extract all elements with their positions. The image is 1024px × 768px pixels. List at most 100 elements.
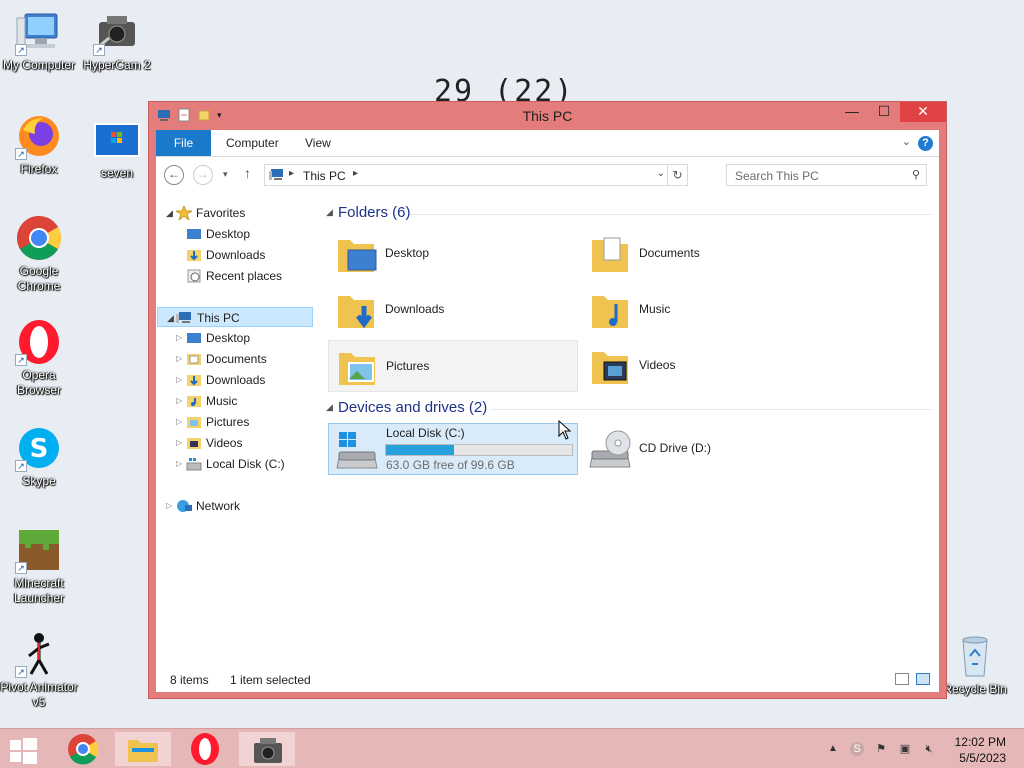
taskbar-opera[interactable]: [176, 731, 234, 767]
opera-icon: ↗: [15, 318, 63, 366]
taskbar-chrome[interactable]: [54, 731, 112, 767]
group-devices-drives[interactable]: ◢ Devices and drives (2): [326, 399, 931, 419]
expand-arrow-icon[interactable]: ▷: [176, 328, 186, 348]
status-item-count: 8 items: [170, 673, 209, 687]
nav-favorites[interactable]: ◢ Favorites: [166, 203, 316, 223]
nav-pc-pictures[interactable]: ▷ Pictures: [176, 412, 316, 432]
minimize-button[interactable]: —: [836, 102, 868, 122]
skype-icon: S ↗: [15, 424, 63, 472]
folder-label: Downloads: [385, 302, 445, 316]
search-input[interactable]: Search This PC: [735, 169, 819, 183]
group-header: Folders (6): [338, 204, 411, 221]
desktop-folder-icon: [334, 232, 378, 276]
expand-arrow-icon[interactable]: ▷: [176, 412, 186, 432]
close-button[interactable]: ✕: [900, 102, 946, 122]
back-button[interactable]: ←: [164, 165, 184, 185]
expand-ribbon-icon[interactable]: ⌄: [902, 135, 911, 148]
expand-arrow-icon[interactable]: ▷: [176, 391, 186, 411]
collapse-arrow-icon[interactable]: ◢: [326, 207, 333, 218]
breadcrumb-this-pc[interactable]: This PC: [303, 169, 346, 183]
title-bar[interactable]: ▾ This PC — ☐ ✕: [149, 102, 946, 130]
refresh-button[interactable]: ↻: [667, 165, 687, 185]
nav-fav-downloads[interactable]: Downloads: [176, 245, 316, 265]
address-dropdown-icon[interactable]: ⌄: [657, 168, 665, 179]
folder-documents[interactable]: Documents: [582, 228, 832, 280]
desktop-icon-minecraft[interactable]: ↗ Minecraft Launcher: [0, 526, 78, 606]
taskbar-hypercam[interactable]: [238, 731, 296, 767]
drive-local-disk-c[interactable]: Local Disk (C:) 63.0 GB free of 99.6 GB: [328, 423, 578, 475]
folder-desktop[interactable]: Desktop: [328, 228, 578, 280]
recent-places-icon: [186, 269, 202, 283]
desktop-icon-my-computer[interactable]: ↗ My Computer: [0, 8, 78, 73]
nav-pc-downloads[interactable]: ▷ Downloads: [176, 370, 316, 390]
network-icon: [176, 499, 192, 513]
system-clock[interactable]: 12:02 PM 5/5/2023: [936, 734, 1006, 766]
collapse-arrow-icon[interactable]: ◢: [166, 203, 176, 223]
nav-pc-desktop[interactable]: ▷ Desktop: [176, 328, 316, 348]
skype-tray-icon[interactable]: S: [850, 742, 864, 756]
cd-drive-icon: [588, 427, 632, 471]
help-icon[interactable]: ?: [918, 136, 933, 151]
nav-network[interactable]: ▷ Network: [166, 496, 316, 516]
nav-fav-recent[interactable]: Recent places: [176, 266, 316, 286]
desktop-icon-opera[interactable]: ↗ Opera Browser: [0, 318, 78, 398]
network-tray-icon[interactable]: ▣: [898, 742, 912, 756]
taskbar-file-explorer[interactable]: [114, 731, 172, 767]
image-file-icon: [93, 116, 141, 164]
start-button[interactable]: [0, 731, 58, 767]
collapse-arrow-icon[interactable]: ◢: [326, 402, 333, 413]
breadcrumb-chevron-icon[interactable]: ▸: [289, 168, 294, 179]
tab-computer[interactable]: Computer: [212, 130, 293, 156]
tab-view[interactable]: View: [291, 130, 345, 156]
desktop-icon-label: Minecraft Launcher: [13, 576, 65, 605]
breadcrumb-chevron-icon[interactable]: ▸: [353, 168, 358, 179]
nav-pc-music[interactable]: ▷ Music: [176, 391, 316, 411]
maximize-button[interactable]: ☐: [868, 102, 900, 122]
folder-label: Desktop: [385, 246, 430, 260]
expand-arrow-icon[interactable]: ▷: [176, 433, 186, 453]
desktop-icon-firefox[interactable]: ↗ Firefox: [0, 112, 78, 177]
search-box[interactable]: Search This PC ⚲: [726, 164, 927, 186]
nav-fav-desktop[interactable]: Desktop: [176, 224, 316, 244]
group-folders[interactable]: ◢ Folders (6): [326, 204, 931, 224]
expand-arrow-icon[interactable]: ▷: [176, 454, 186, 474]
recycle-bin-icon: [951, 632, 999, 680]
folder-downloads[interactable]: Downloads: [328, 284, 578, 336]
desktop-icon-pivot[interactable]: ↗ Pivot Animator v5: [0, 630, 78, 710]
nav-this-pc[interactable]: ◢ This PC: [157, 307, 313, 327]
expand-arrow-icon[interactable]: ▷: [166, 496, 176, 516]
tab-file[interactable]: File: [156, 130, 211, 156]
recent-locations-icon[interactable]: ▾: [223, 169, 228, 180]
nav-pc-local-disk[interactable]: ▷ Local Disk (C:): [176, 454, 316, 474]
expand-arrow-icon[interactable]: ▷: [176, 349, 186, 369]
action-center-flag-icon[interactable]: ⚑: [874, 742, 888, 756]
expand-arrow-icon[interactable]: ▷: [176, 370, 186, 390]
desktop-icon-label: Skype: [22, 474, 56, 488]
star-icon: [174, 204, 194, 222]
folder-videos[interactable]: Videos: [582, 340, 832, 392]
group-header: Devices and drives (2): [338, 399, 488, 416]
details-view-icon[interactable]: [895, 673, 909, 685]
address-bar[interactable]: ▸ This PC ▸ ⌄ ↻: [264, 164, 688, 186]
desktop-icon-hypercam[interactable]: ↗ HyperCam 2: [78, 8, 156, 73]
large-icons-view-icon[interactable]: [916, 673, 930, 685]
desktop-icon-skype[interactable]: S ↗ Skype: [0, 424, 78, 489]
up-button[interactable]: ↑: [244, 165, 251, 181]
folder-pictures[interactable]: Pictures: [328, 340, 578, 392]
show-hidden-icons-icon[interactable]: ▲: [826, 742, 840, 756]
forward-button[interactable]: →: [193, 165, 213, 185]
shortcut-arrow-icon: ↗: [15, 148, 27, 160]
nav-pc-documents[interactable]: ▷ Documents: [176, 349, 316, 369]
drive-cd-d[interactable]: CD Drive (D:): [582, 423, 832, 475]
volume-muted-icon[interactable]: 🔇︎: [922, 742, 936, 756]
nav-pc-videos[interactable]: ▷ Videos: [176, 433, 316, 453]
desktop-icon-label: My Computer: [2, 58, 76, 72]
folder-music[interactable]: Music: [582, 284, 832, 336]
folder-label: Videos: [639, 358, 676, 372]
drive-usage-bar: [385, 444, 573, 456]
file-explorer-icon: [128, 740, 158, 762]
desktop-icon-seven[interactable]: seven: [78, 116, 156, 181]
downloads-folder-icon: [186, 373, 202, 387]
desktop-icon-chrome[interactable]: Google Chrome: [0, 214, 78, 294]
desktop-icon-recycle-bin[interactable]: Recycle Bin: [936, 632, 1014, 697]
